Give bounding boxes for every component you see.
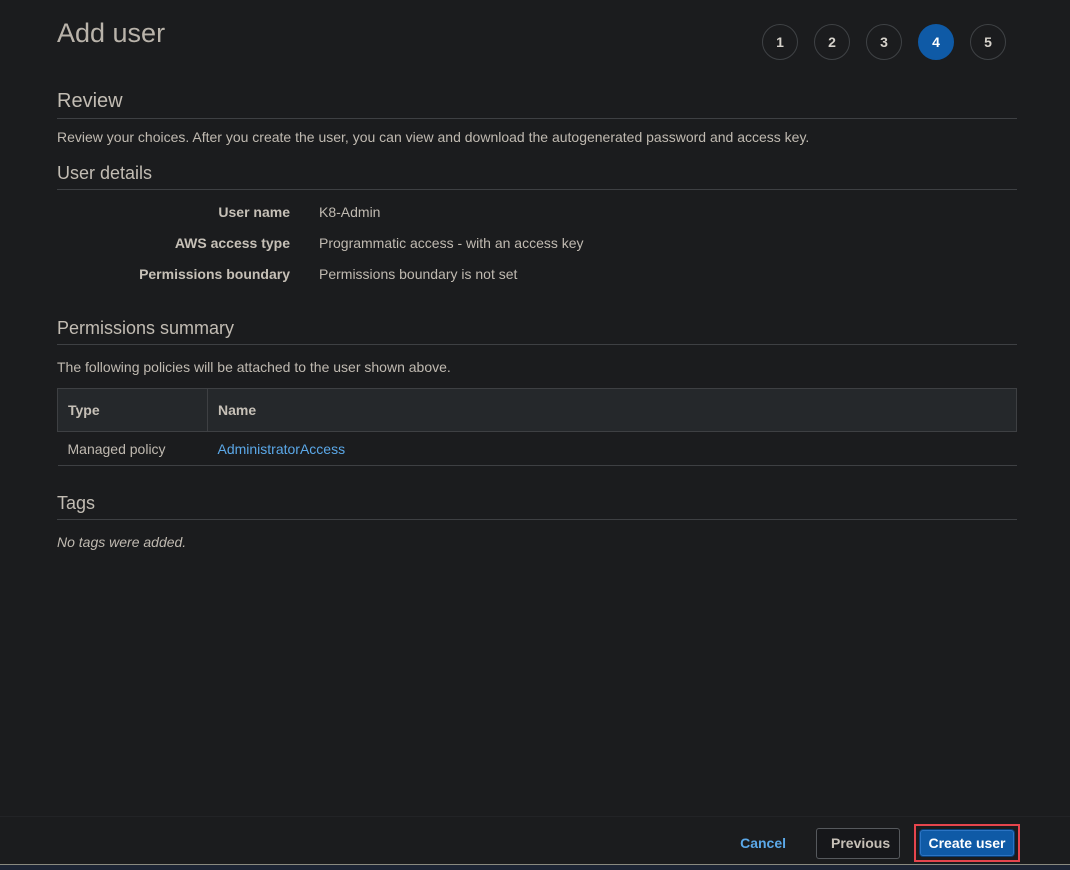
review-heading: Review: [57, 90, 1017, 119]
policy-name-cell: AdministratorAccess: [207, 431, 1017, 466]
permissions-summary-description: The following policies will be attached …: [57, 359, 451, 375]
step-1[interactable]: 1: [762, 24, 798, 60]
step-3[interactable]: 3: [866, 24, 902, 60]
permissions-boundary-label: Permissions boundary: [139, 266, 290, 282]
no-tags-message: No tags were added.: [57, 534, 187, 550]
step-4-current: 4: [918, 24, 954, 60]
page-title: Add user: [57, 18, 166, 48]
cancel-button[interactable]: Cancel: [726, 828, 800, 859]
previous-button[interactable]: Previous: [816, 827, 900, 859]
detail-row-access-type: AWS access type Programmatic access - wi…: [57, 235, 584, 251]
table-row: Managed policy AdministratorAccess: [57, 431, 1017, 466]
user-name-label: User name: [218, 204, 290, 220]
column-header-type: Type: [57, 388, 208, 432]
create-user-highlight: Create user: [914, 824, 1020, 862]
review-description: Review your choices. After you create th…: [57, 129, 810, 145]
policy-table: Type Name Managed policy AdministratorAc…: [57, 388, 1017, 466]
user-details-heading: User details: [57, 163, 1017, 190]
policy-link-administrator-access[interactable]: AdministratorAccess: [218, 441, 346, 457]
add-user-page: Add user 1 2 3 4 5 Review Review your ch…: [0, 0, 1070, 870]
access-type-value: Programmatic access - with an access key: [319, 235, 584, 251]
tags-heading: Tags: [57, 493, 1017, 520]
step-2[interactable]: 2: [814, 24, 850, 60]
access-type-label: AWS access type: [174, 235, 290, 251]
column-header-name: Name: [207, 388, 1017, 432]
permissions-summary-heading: Permissions summary: [57, 318, 1017, 345]
policy-type-cell: Managed policy: [57, 431, 208, 466]
detail-row-permissions-boundary: Permissions boundary Permissions boundar…: [57, 266, 517, 282]
bottom-strip: [0, 865, 1070, 870]
footer-divider: [0, 816, 1070, 817]
wizard-footer: Cancel Previous Create user: [726, 824, 1020, 862]
detail-row-user-name: User name K8-Admin: [57, 204, 380, 220]
permissions-boundary-value: Permissions boundary is not set: [319, 266, 518, 282]
step-5: 5: [970, 24, 1006, 60]
create-user-button[interactable]: Create user: [920, 830, 1014, 856]
user-name-value: K8-Admin: [319, 204, 381, 220]
table-header-row: Type Name: [57, 388, 1017, 432]
wizard-stepper: 1 2 3 4 5: [762, 24, 1022, 60]
